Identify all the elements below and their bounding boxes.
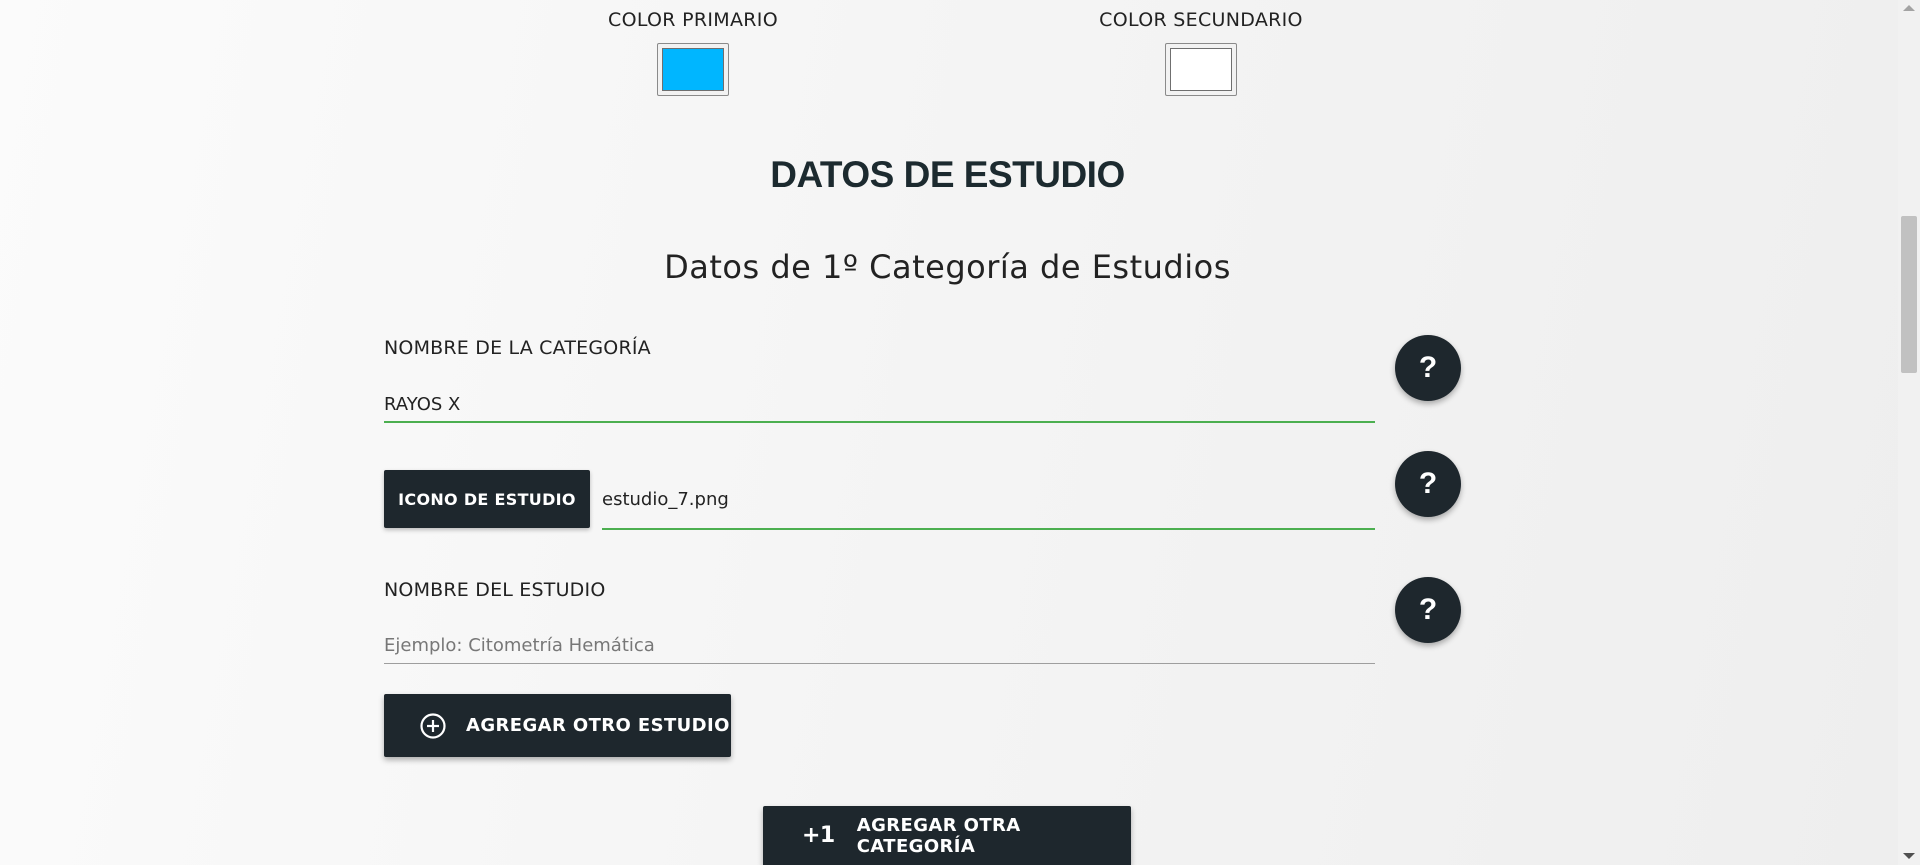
primary-color-picker[interactable] xyxy=(657,43,729,96)
section-title: DATOS DE ESTUDIO xyxy=(770,154,1125,195)
scroll-up-arrow-icon[interactable] xyxy=(1903,5,1915,11)
add-study-button[interactable]: AGREGAR OTRO ESTUDIO xyxy=(384,694,731,757)
primary-color-label: COLOR PRIMARIO xyxy=(608,9,778,31)
category-subtitle: Datos de 1º Categoría de Estudios xyxy=(664,248,1231,286)
add-study-label: AGREGAR OTRO ESTUDIO xyxy=(466,715,730,736)
question-mark-icon: ? xyxy=(1418,467,1438,500)
category-name-input[interactable] xyxy=(384,387,1375,423)
study-name-label: NOMBRE DEL ESTUDIO xyxy=(384,579,606,601)
primary-color-swatch xyxy=(662,48,724,91)
page: COLOR PRIMARIO COLOR SECUNDARIO DATOS DE… xyxy=(0,0,1898,865)
study-name-input[interactable] xyxy=(384,628,1375,664)
question-mark-icon: ? xyxy=(1418,593,1438,626)
vertical-scrollbar[interactable] xyxy=(1898,0,1920,865)
secondary-color-picker[interactable] xyxy=(1165,43,1237,96)
study-name-help-button[interactable]: ? xyxy=(1395,577,1461,643)
primary-color-group: COLOR PRIMARIO xyxy=(573,8,813,96)
secondary-color-group: COLOR SECUNDARIO xyxy=(1081,8,1321,96)
category-name-help-button[interactable]: ? xyxy=(1395,335,1461,401)
plus-circle-icon xyxy=(420,712,446,739)
study-icon-filename[interactable]: estudio_7.png xyxy=(602,484,1375,530)
secondary-color-swatch xyxy=(1170,48,1232,91)
secondary-color-label: COLOR SECUNDARIO xyxy=(1099,9,1303,31)
plus-one-icon: +1 xyxy=(802,823,835,848)
add-category-button[interactable]: +1 AGREGAR OTRA CATEGORÍA xyxy=(763,806,1131,865)
question-mark-icon: ? xyxy=(1418,351,1438,384)
study-icon-button[interactable]: ICONO DE ESTUDIO xyxy=(384,470,590,528)
scroll-down-arrow-icon[interactable] xyxy=(1903,853,1915,859)
scrollbar-thumb[interactable] xyxy=(1901,216,1917,373)
add-category-label: AGREGAR OTRA CATEGORÍA xyxy=(856,814,1021,857)
study-icon-help-button[interactable]: ? xyxy=(1395,451,1461,517)
category-name-label: NOMBRE DE LA CATEGORÍA xyxy=(384,337,651,359)
